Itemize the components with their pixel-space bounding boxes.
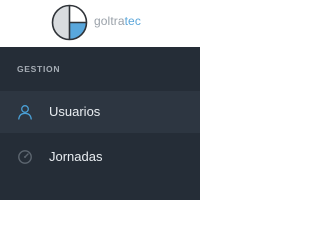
sidebar-item-label: Jornadas (49, 149, 103, 164)
sidebar: GESTION Usuarios Jornadas (0, 47, 200, 200)
section-header-gestion: GESTION (17, 64, 61, 74)
brand-header: goltratec (0, 0, 200, 47)
user-icon (18, 105, 32, 120)
sidebar-item-jornadas[interactable]: Jornadas (0, 136, 200, 178)
brand-name-accent: tec (124, 14, 141, 28)
brand-name: goltratec (94, 14, 141, 28)
app-shell: goltratec GESTION Usuarios Jornadas (0, 0, 200, 200)
gauge-icon (18, 150, 32, 164)
sidebar-item-usuarios[interactable]: Usuarios (0, 91, 200, 133)
sidebar-item-label: Usuarios (49, 104, 101, 119)
brand-name-main: goltra (94, 14, 125, 28)
logo-pie-icon (51, 4, 88, 41)
